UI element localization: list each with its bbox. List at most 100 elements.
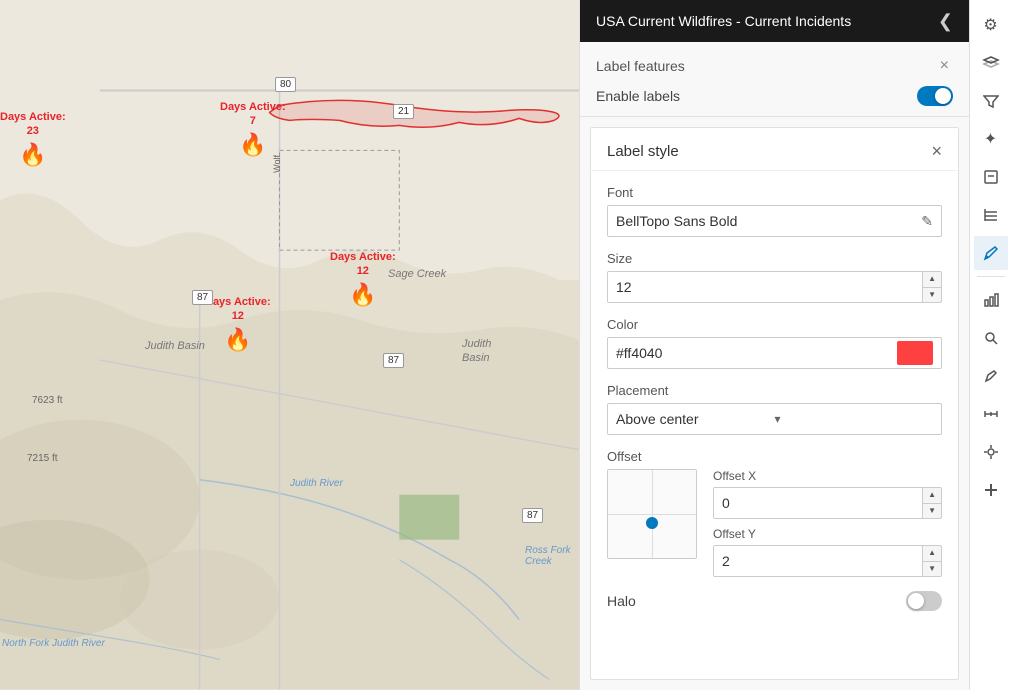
offset-canvas[interactable]: [607, 469, 697, 559]
icon-sidebar: ⚙ ✦: [969, 0, 1011, 690]
river-north-fork: North Fork Judith River: [2, 638, 105, 649]
fire-icon-4: 🔥: [205, 326, 271, 355]
road-label-87b: 87: [383, 353, 404, 368]
offset-y-up[interactable]: ▲: [923, 546, 941, 562]
offset-section: Offset X ▲ ▼ Offset Y: [607, 469, 942, 577]
elevation-7215: 7215 ft: [27, 453, 58, 464]
size-spinner-btns: ▲ ▼: [922, 272, 941, 302]
color-label: Color: [607, 317, 942, 332]
fire-icon-1: 🔥: [0, 141, 66, 170]
layer-chevron[interactable]: ❮: [938, 11, 953, 32]
label-features-header: Label features ×: [596, 56, 953, 76]
place-sage-creek: Sage Creek: [388, 268, 446, 280]
style-icon-btn[interactable]: [974, 236, 1008, 270]
fire-label-3: Days Active: 12 🔥: [330, 250, 396, 309]
label-style-title: Label style: [607, 143, 679, 160]
crosshair-v: [652, 470, 653, 558]
placement-select[interactable]: Above center ▾: [607, 403, 942, 435]
offset-x-input[interactable]: [714, 488, 922, 518]
font-edit-icon[interactable]: ✎: [921, 213, 933, 230]
size-spinner-row: ▲ ▼: [607, 271, 942, 303]
effects-icon-btn[interactable]: ✦: [974, 122, 1008, 156]
placement-chevron: ▾: [775, 412, 934, 426]
filter-icon-btn[interactable]: [974, 84, 1008, 118]
font-input[interactable]: [616, 213, 913, 229]
road-label-87a: 87: [192, 290, 213, 305]
offset-y-field: Offset Y ▲ ▼: [713, 527, 942, 577]
location-icon-btn[interactable]: [974, 435, 1008, 469]
list-icon-btn[interactable]: [974, 198, 1008, 232]
road-label-21: 21: [393, 104, 414, 119]
road-label-87c: 87: [522, 508, 543, 523]
color-swatch[interactable]: [897, 341, 933, 365]
color-input[interactable]: [616, 345, 887, 361]
font-input-row[interactable]: ✎: [607, 205, 942, 237]
placement-label: Placement: [607, 383, 942, 398]
pop-icon-btn[interactable]: [974, 160, 1008, 194]
road-label-80: 80: [275, 77, 296, 92]
offset-label: Offset: [607, 449, 942, 464]
offset-x-btns: ▲ ▼: [922, 488, 941, 518]
offset-dot[interactable]: [646, 517, 658, 529]
offset-y-input[interactable]: [714, 546, 922, 576]
offset-y-spinner: ▲ ▼: [713, 545, 942, 577]
size-group: Size ▲ ▼: [607, 251, 942, 303]
offset-x-down[interactable]: ▼: [923, 504, 941, 519]
halo-label: Halo: [607, 593, 636, 609]
offset-xy: Offset X ▲ ▼ Offset Y: [713, 469, 942, 577]
offset-y-btns: ▲ ▼: [922, 546, 941, 576]
label-style-close-button[interactable]: ×: [931, 142, 942, 160]
halo-toggle[interactable]: [906, 591, 942, 611]
label-style-body: Font ✎ Size ▲ ▼ Color: [591, 171, 958, 625]
label-features-panel: Label features × Enable labels: [580, 42, 969, 117]
place-judith-basin: Judith Basin: [145, 340, 205, 352]
layer-title: USA Current Wildfires - Current Incident…: [596, 13, 851, 29]
halo-row: Halo: [607, 591, 942, 611]
fire-label-1: Days Active: 23 🔥: [0, 110, 66, 169]
measure-icon-btn[interactable]: [974, 397, 1008, 431]
enable-labels-text: Enable labels: [596, 88, 680, 104]
layer-header: USA Current Wildfires - Current Incident…: [580, 0, 969, 42]
fire-icon-3: 🔥: [330, 281, 396, 310]
place-judith: Judith: [462, 338, 491, 350]
label-features-close[interactable]: ×: [936, 56, 953, 76]
color-group: Color: [607, 317, 942, 369]
offset-x-label: Offset X: [713, 469, 942, 483]
chart-icon-btn[interactable]: [974, 283, 1008, 317]
offset-y-down[interactable]: ▼: [923, 562, 941, 577]
map-container[interactable]: Days Active: 23 🔥 Days Active: 7 🔥 Days …: [0, 0, 579, 690]
add-icon-btn[interactable]: [974, 473, 1008, 507]
elevation-7623: 7623 ft: [32, 395, 63, 406]
settings-icon-btn[interactable]: ⚙: [974, 8, 1008, 42]
size-label: Size: [607, 251, 942, 266]
offset-x-field: Offset X ▲ ▼: [713, 469, 942, 519]
offset-group: Offset Offset X ▲: [607, 449, 942, 577]
size-down-button[interactable]: ▼: [923, 288, 941, 303]
sidebar-divider: [977, 276, 1005, 277]
offset-x-spinner: ▲ ▼: [713, 487, 942, 519]
fire-label-2: Days Active: 7 🔥: [220, 100, 286, 159]
search-icon-btn[interactable]: [974, 321, 1008, 355]
right-panel: USA Current Wildfires - Current Incident…: [579, 0, 969, 690]
fire-label-4: Days Active: 12 🔥: [205, 295, 271, 354]
river-judith: Judith River: [290, 478, 343, 489]
draw-icon-btn[interactable]: [974, 359, 1008, 393]
font-label: Font: [607, 185, 942, 200]
placement-value: Above center: [616, 411, 775, 427]
label-style-header: Label style ×: [591, 128, 958, 171]
layers-icon-btn[interactable]: [974, 46, 1008, 80]
label-features-title: Label features: [596, 58, 685, 74]
enable-labels-toggle[interactable]: [917, 86, 953, 106]
river-ross-fork: Ross Fork Creek: [525, 545, 579, 567]
size-up-button[interactable]: ▲: [923, 272, 941, 288]
color-row: [607, 337, 942, 369]
placement-group: Placement Above center ▾: [607, 383, 942, 435]
enable-labels-row: Enable labels: [596, 86, 953, 106]
wolf-label: Wolf: [272, 155, 282, 173]
font-group: Font ✎: [607, 185, 942, 237]
size-input[interactable]: [608, 272, 922, 302]
offset-y-label: Offset Y: [713, 527, 942, 541]
place-basin: Basin: [462, 352, 490, 364]
offset-x-up[interactable]: ▲: [923, 488, 941, 504]
label-style-panel: Label style × Font ✎ Size ▲ ▼: [590, 127, 959, 680]
